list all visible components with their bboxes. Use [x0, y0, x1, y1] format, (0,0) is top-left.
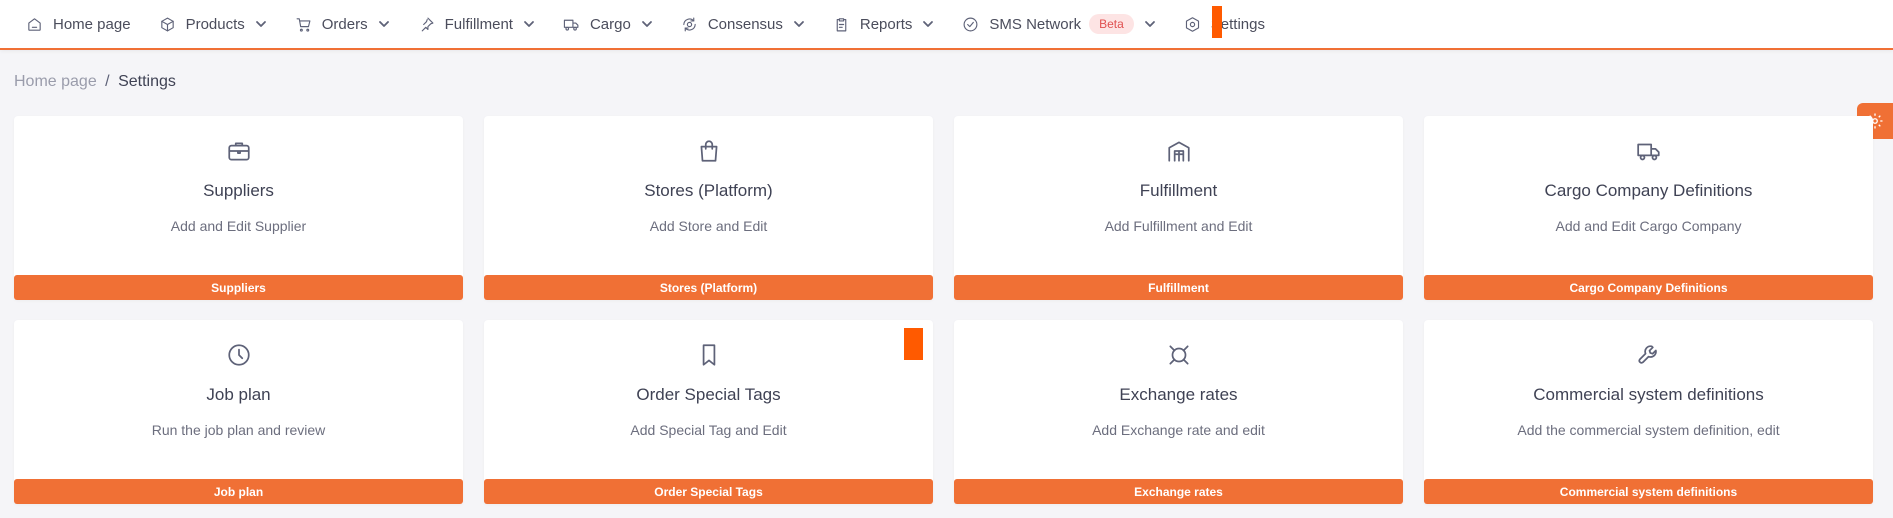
clipboard-icon: [836, 17, 847, 31]
card-fulfillment: Fulfillment Add Fulfillment and Edit Ful…: [954, 116, 1403, 300]
card-title: Job plan: [206, 385, 271, 404]
chevron-down-icon[interactable]: [922, 18, 934, 30]
card-commercial-system-definitions: Commercial system definitions Add the co…: [1424, 320, 1873, 504]
job-plan-button[interactable]: Job plan: [14, 479, 463, 504]
chevron-down-icon[interactable]: [793, 18, 805, 30]
chevron-down-icon[interactable]: [255, 18, 267, 30]
cart-icon: [296, 17, 311, 32]
commercial-system-definitions-button[interactable]: Commercial system definitions: [1424, 479, 1873, 504]
breadcrumb-current: Settings: [118, 73, 176, 90]
nav-item-label: Home page: [53, 15, 131, 33]
breadcrumb: Home page / Settings: [14, 73, 176, 91]
check-circle-icon: [963, 17, 978, 31]
wrench-icon: [1636, 342, 1662, 368]
top-navigation-bar: Home page Products Orders Fulfillment Ca…: [0, 0, 1893, 50]
card-description: Add Store and Edit: [649, 218, 768, 234]
card-description: Run the job plan and review: [151, 422, 326, 438]
chevron-down-icon[interactable]: [523, 18, 535, 30]
chevron-down-icon[interactable]: [1144, 18, 1156, 30]
nav-item-label: SMS Network: [989, 15, 1082, 33]
nav-item-products[interactable]: Products: [159, 3, 267, 45]
nav-item-orders[interactable]: Orders: [295, 3, 390, 45]
briefcase-icon: [226, 138, 252, 164]
card-suppliers: Suppliers Add and Edit Supplier Supplier…: [14, 116, 463, 300]
stores-platform-button[interactable]: Stores (Platform): [484, 275, 933, 300]
card-title: Order Special Tags: [636, 385, 781, 404]
nav-item-sms-network[interactable]: SMS Network Beta: [962, 3, 1155, 45]
card-description: Add Fulfillment and Edit: [1104, 218, 1253, 234]
chevron-down-icon[interactable]: [378, 18, 390, 30]
card-description: Add and Edit Supplier: [170, 218, 307, 234]
bookmark-icon: [696, 342, 722, 368]
clock-icon: [226, 342, 252, 368]
breadcrumb-home-link[interactable]: Home page: [14, 73, 97, 90]
nav-item-label: Fulfillment: [444, 15, 513, 33]
nav-item-settings[interactable]: Settings: [1184, 3, 1265, 45]
consensus-icon: [683, 17, 696, 31]
nav-item-label: Reports: [859, 15, 913, 33]
card-exchange-rates: Exchange rates Add Exchange rate and edi…: [954, 320, 1403, 504]
truck-icon: [563, 19, 579, 31]
hexagon-gear-icon: [1185, 16, 1199, 32]
card-cargo-company-definitions: Cargo Company Definitions Add and Edit C…: [1424, 116, 1873, 300]
card-title: Cargo Company Definitions: [1544, 181, 1753, 200]
warehouse-icon: [1166, 138, 1192, 164]
nav-item-home-page[interactable]: Home page: [26, 3, 131, 45]
nav-item-cargo[interactable]: Cargo: [563, 3, 653, 45]
card-title: Commercial system definitions: [1533, 385, 1764, 404]
card-order-special-tags: Order Special Tags Add Special Tag and E…: [484, 320, 933, 504]
nav-item-label: Orders: [321, 15, 368, 33]
card-description: Add the commercial system definition, ed…: [1517, 422, 1780, 438]
nav-item-label: Products: [185, 15, 245, 33]
box-icon: [160, 17, 174, 31]
card-title: Stores (Platform): [644, 181, 773, 200]
exchange-rates-button[interactable]: Exchange rates: [954, 479, 1403, 504]
card-job-plan: Job plan Run the job plan and review Job…: [14, 320, 463, 504]
cargo-company-definitions-button[interactable]: Cargo Company Definitions: [1424, 275, 1873, 300]
currency-icon: [1166, 342, 1192, 368]
truck-icon: [1636, 138, 1662, 164]
order-special-tags-button[interactable]: Order Special Tags: [484, 479, 933, 504]
nav-item-fulfillment[interactable]: Fulfillment: [418, 3, 535, 45]
card-title: Fulfillment: [1139, 181, 1218, 200]
card-description: Add Special Tag and Edit: [630, 422, 787, 438]
pin-icon: [421, 17, 434, 31]
settings-card-grid: Suppliers Add and Edit Supplier Supplier…: [14, 116, 1874, 504]
suppliers-button[interactable]: Suppliers: [14, 275, 463, 300]
chevron-down-icon[interactable]: [641, 18, 653, 30]
beta-badge: Beta: [1089, 14, 1134, 34]
nav-item-reports[interactable]: Reports: [833, 3, 935, 45]
card-title: Exchange rates: [1119, 385, 1238, 404]
breadcrumb-separator: /: [105, 73, 110, 90]
card-description: Add and Edit Cargo Company: [1555, 218, 1742, 234]
card-marker: [904, 328, 923, 360]
card-title: Suppliers: [203, 181, 274, 200]
fulfillment-button[interactable]: Fulfillment: [954, 275, 1403, 300]
card-stores-platform: Stores (Platform) Add Store and Edit Sto…: [484, 116, 933, 300]
nav-item-label: Consensus: [707, 15, 783, 33]
active-nav-marker: [1212, 6, 1222, 38]
nav-item-label: Cargo: [589, 15, 631, 33]
nav-item-consensus[interactable]: Consensus: [681, 3, 805, 45]
shopping-bag-icon: [696, 138, 722, 164]
card-description: Add Exchange rate and edit: [1092, 422, 1265, 438]
home-icon: [28, 17, 41, 31]
